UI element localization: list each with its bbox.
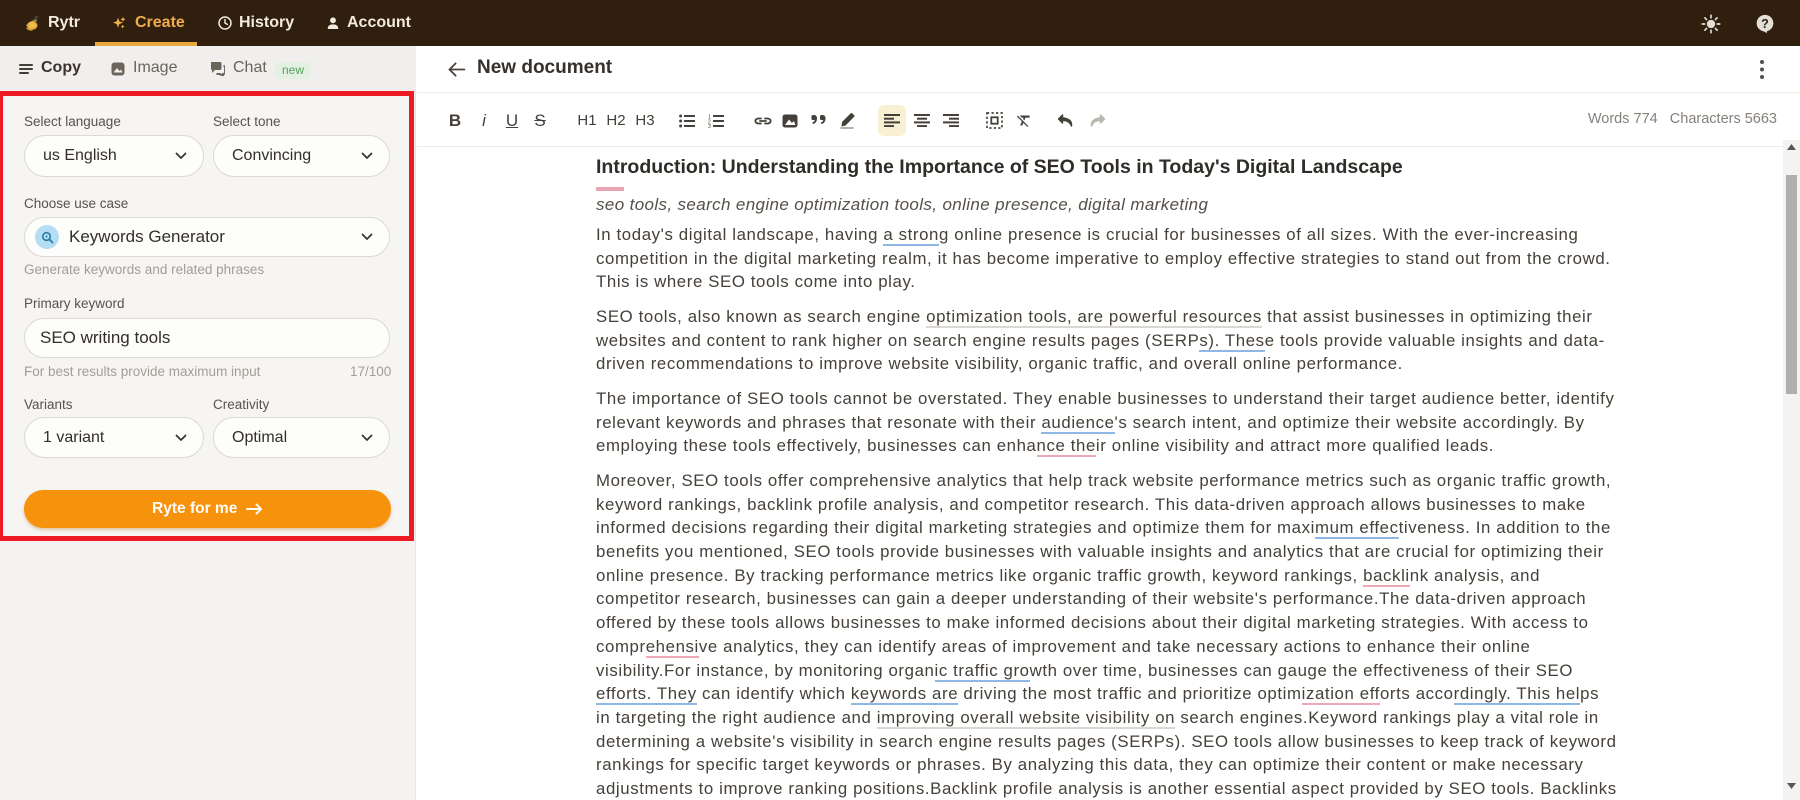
svg-text:3: 3: [708, 124, 711, 128]
svg-text:?: ?: [1761, 17, 1769, 31]
